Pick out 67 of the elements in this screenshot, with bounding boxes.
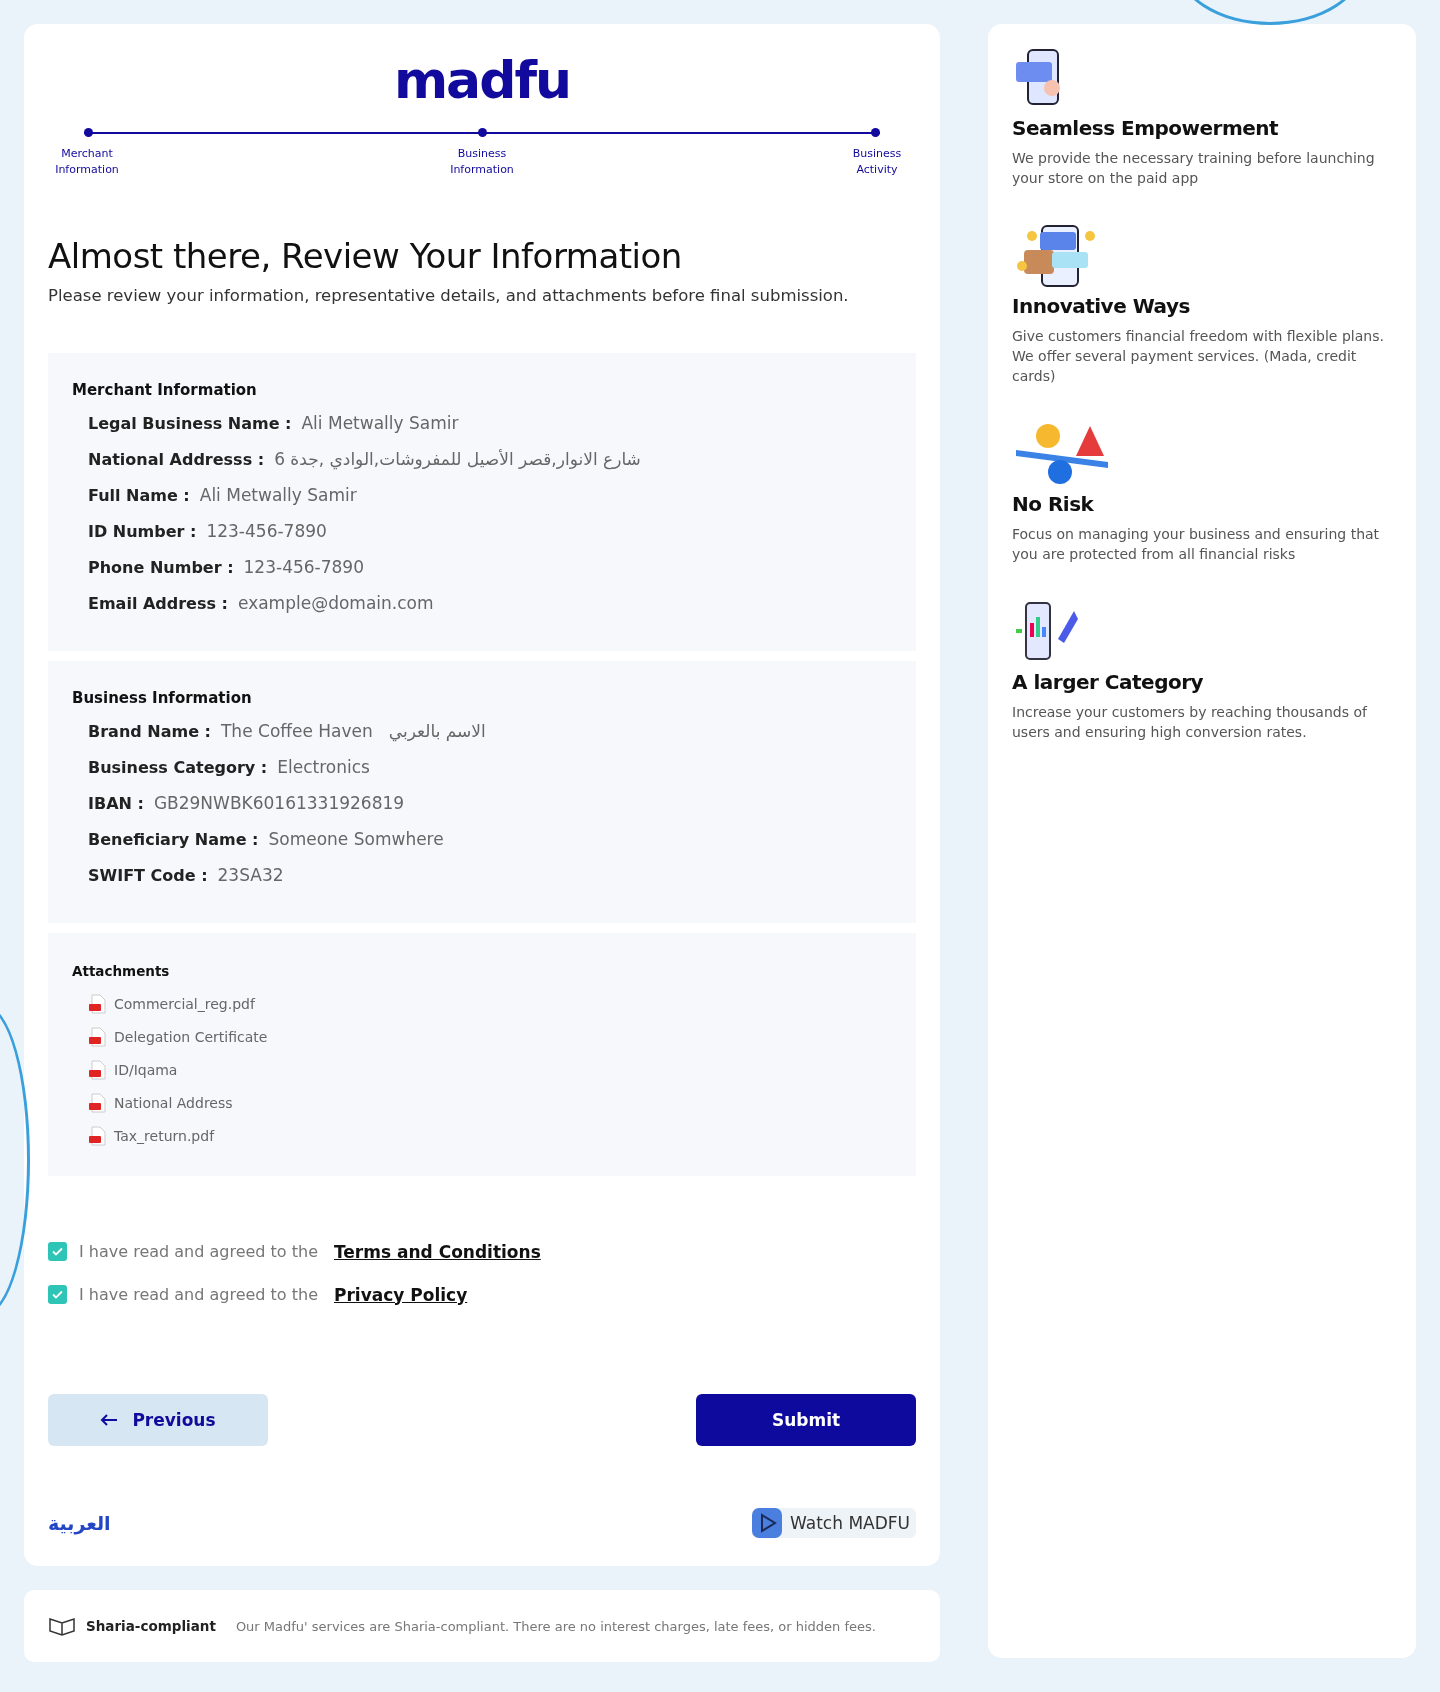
pdf-file-icon (88, 1059, 106, 1080)
field-label: Legal Business Name : (88, 414, 292, 433)
step-label: Merchant Information (54, 146, 120, 178)
checkbox[interactable] (48, 1242, 67, 1261)
field-label: Beneficiary Name : (88, 830, 259, 849)
feature-text: Increase your customers by reaching thousands of users and ensuring high conversion rates. (1012, 703, 1369, 742)
section-title: Business Information (72, 689, 253, 707)
language-link[interactable]: العربية (48, 1512, 111, 1534)
field-value: 123-456-7890 (243, 557, 364, 577)
field-label: Brand Name : (88, 722, 211, 741)
play-icon (752, 1508, 783, 1538)
field-value: Ali Metwally Samir (301, 413, 459, 433)
field-value: 6 شارع الانوار,قصر الأصيل للمفروشات,الوادي ,جدة (274, 449, 641, 469)
pdf-file-icon (88, 1026, 106, 1047)
field-label: National Addresss : (88, 450, 265, 469)
attachment-name[interactable]: Tax_return.pdf (114, 1127, 215, 1144)
field-value: Electronics (277, 757, 370, 777)
feature-title: No Risk (1012, 492, 1095, 516)
feature-title: Innovative Ways (1012, 294, 1191, 318)
step-label: Business Activity (851, 146, 903, 178)
open-book-icon (48, 1615, 76, 1637)
field-label: Business Category : (88, 758, 268, 777)
previous-button[interactable]: Previous (48, 1394, 268, 1446)
field-value: 123-456-7890 (206, 521, 327, 541)
pdf-file-icon (88, 1125, 106, 1146)
check-icon (52, 1247, 63, 1256)
feature-title: Seamless Empowerment (1012, 116, 1280, 140)
field-label: IBAN : (88, 794, 144, 813)
attachment-name[interactable]: National Address (114, 1094, 233, 1111)
field-value: Someone Somwhere (268, 829, 444, 849)
field-value: The Coffee Haven (221, 721, 373, 741)
step-label: Business Information (449, 146, 515, 178)
attachment-name[interactable]: ID/Iqama (114, 1061, 178, 1078)
pdf-file-icon (88, 993, 106, 1014)
sharia-label: Sharia-compliant (86, 1618, 216, 1634)
check-icon (52, 1290, 63, 1299)
field-label: ID Number : (88, 522, 197, 541)
watch-video-button[interactable]: Watch MADFU (752, 1508, 916, 1538)
field-label: Full Name : (88, 486, 190, 505)
feature-text: Give customers financial freedom with flexible plans. We offer several payment services. (Mada, credit cards) (1012, 327, 1385, 386)
pdf-file-icon (88, 1092, 106, 1113)
footer-text: Our Madfu' services are Sharia-compliant. There are no interest charges, late fees, or hidden fees. (235, 1618, 876, 1634)
checkbox[interactable] (48, 1285, 67, 1304)
field-label: Phone Number : (88, 558, 234, 577)
page-heading: Almost there, Review Your Information (48, 236, 683, 276)
agreement-link[interactable]: Terms and Conditions (334, 1241, 541, 1262)
field-value: example@domain.com (238, 593, 434, 613)
feature-title: A larger Category (1012, 670, 1205, 694)
field-label: SWIFT Code : (88, 866, 208, 885)
arrow-left-icon (100, 1414, 119, 1426)
field-value: GB29NWBK60161331926819 (153, 793, 405, 813)
submit-button[interactable]: Submit (696, 1394, 916, 1446)
attachment-name[interactable]: Commercial_reg.pdf (114, 995, 255, 1012)
page-subheading: Please review your information, representative details, and attachments before final submission. (48, 286, 850, 305)
field-label: Email Address : (88, 594, 228, 613)
feature-text: We provide the necessary training before launching your store on the paid app (1012, 149, 1376, 188)
agreement-link[interactable]: Privacy Policy (334, 1284, 468, 1305)
section-title: Attachments (72, 963, 171, 979)
agreement-text: I have read and agreed to the (79, 1285, 318, 1304)
agreement-text: I have read and agreed to the (79, 1242, 318, 1261)
section-title: Merchant Information (72, 381, 258, 399)
attachment-name[interactable]: Delegation Certificate (114, 1028, 268, 1045)
field-value: الاسم بالعربي (388, 721, 486, 741)
madfu-logo: madfu (392, 54, 572, 106)
feature-text: Focus on managing your business and ensuring that you are protected from all financial risks (1012, 525, 1381, 564)
field-value: Ali Metwally Samir (199, 485, 357, 505)
field-value: 23SA32 (217, 865, 284, 885)
